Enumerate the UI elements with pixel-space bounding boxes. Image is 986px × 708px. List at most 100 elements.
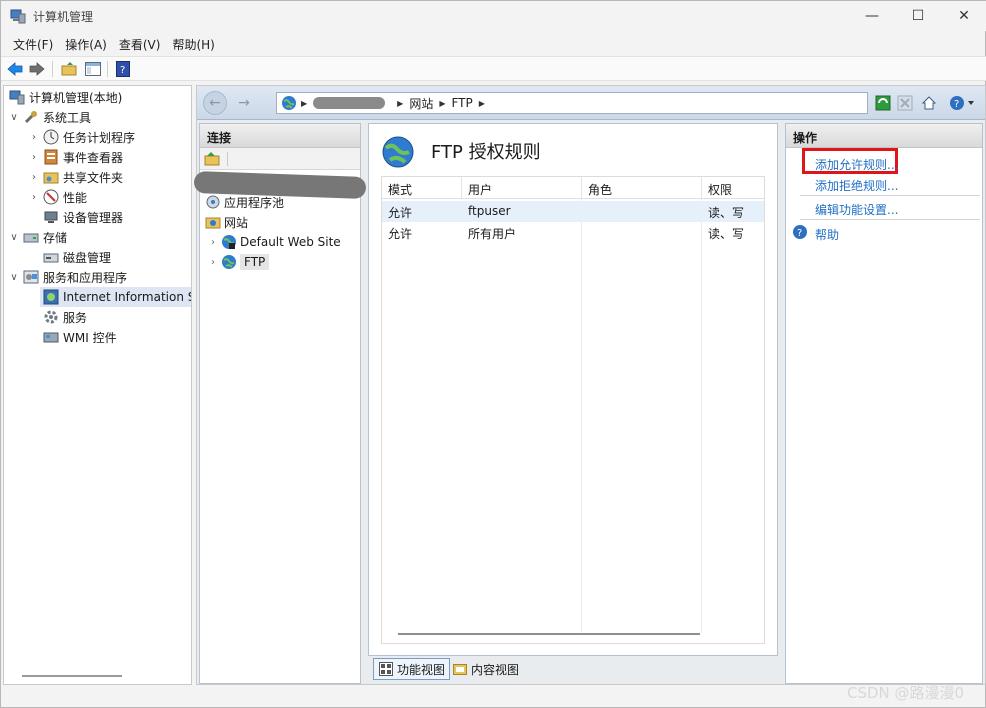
help-icon: ? — [792, 224, 808, 243]
show-hide-tree-icon[interactable] — [84, 60, 102, 78]
actions-separator — [800, 195, 980, 196]
tree-item-system-tools[interactable]: ∨ 系统工具 — [8, 107, 91, 127]
stop-icon[interactable] — [896, 94, 914, 112]
forward-icon[interactable]: → — [232, 91, 256, 115]
toolbar-separator — [107, 61, 108, 77]
iis-icon — [43, 289, 59, 305]
sites-folder-icon — [205, 214, 221, 230]
tree-item-wmi[interactable]: WMI 控件 — [40, 327, 117, 347]
chevron-down-icon[interactable]: ∨ — [8, 232, 20, 243]
rules-table: 模式 用户 角色 权限 允许 ftpuser 读、写 允许 所有用户 读、写 — [381, 176, 765, 644]
breadcrumb-ftp[interactable]: FTP — [451, 96, 472, 110]
cell-user: ftpuser — [468, 204, 511, 218]
help-link[interactable]: 帮助 — [815, 226, 839, 243]
features-view-icon — [378, 661, 394, 677]
app-pool-icon — [205, 194, 221, 210]
tree-item-task-scheduler[interactable]: › 任务计划程序 — [28, 127, 135, 147]
table-row[interactable]: 允许 所有用户 读、写 — [382, 222, 764, 243]
tree-label: 事件查看器 — [63, 150, 124, 165]
breadcrumb-sites[interactable]: 网站 — [409, 95, 433, 112]
chevron-right-icon[interactable]: › — [28, 152, 40, 163]
tree-item-services[interactable]: 服务 — [40, 307, 87, 327]
connection-label: 应用程序池 — [224, 195, 285, 210]
connection-ftp[interactable]: › FTP — [208, 252, 270, 272]
up-folder-icon[interactable] — [60, 60, 78, 78]
tree-item-storage[interactable]: ∨ 存储 — [8, 227, 67, 247]
performance-icon — [43, 189, 59, 205]
horizontal-scrollbar[interactable] — [22, 675, 122, 677]
menu-help[interactable]: 帮助(H) — [166, 36, 220, 53]
tab-label: 功能视图 — [397, 662, 446, 677]
event-viewer-icon — [43, 149, 59, 165]
iis-manager-panel: ← → ▶ ▶ 网站 ▶ FTP ▶ ? 连接 应用程序池 网站 › Defau… — [193, 85, 986, 685]
refresh-icon[interactable] — [874, 94, 892, 112]
redacted-server-name — [313, 97, 386, 109]
feature-pane: FTP 授权规则 模式 用户 角色 权限 允许 ftpuser 读、写 允许 所… — [368, 123, 778, 656]
computer-management-icon — [10, 8, 26, 24]
tree-label: 共享文件夹 — [63, 170, 124, 185]
chevron-right-icon[interactable]: › — [208, 257, 218, 268]
tree-item-performance[interactable]: › 性能 — [28, 187, 87, 207]
ftp-globe-icon — [381, 135, 415, 172]
tree-item-root[interactable]: 计算机管理(本地) — [6, 87, 122, 107]
device-manager-icon — [43, 209, 59, 225]
tree-item-iis[interactable]: Internet Information S — [40, 287, 191, 307]
add-allow-rule-link[interactable]: 添加允许规则... — [815, 156, 898, 173]
tree-item-event-viewer[interactable]: › 事件查看器 — [28, 147, 123, 167]
tree-item-device-manager[interactable]: 设备管理器 — [40, 207, 123, 227]
cell-mode: 允许 — [388, 206, 413, 220]
menu-view[interactable]: 查看(V) — [113, 36, 167, 53]
connection-app-pools[interactable]: 应用程序池 — [202, 192, 284, 212]
chevron-right-icon[interactable]: › — [28, 172, 40, 183]
back-icon[interactable]: ← — [203, 91, 227, 115]
menu-file[interactable]: 文件(F) — [7, 36, 59, 53]
cell-permission: 读、写 — [708, 227, 745, 241]
connection-default-site[interactable]: › Default Web Site — [208, 232, 341, 252]
help-book-icon[interactable]: ? — [114, 60, 132, 78]
edit-feature-settings-link[interactable]: 编辑功能设置... — [815, 201, 898, 218]
tree-item-services-apps[interactable]: ∨ 服务和应用程序 — [8, 267, 127, 287]
close-button[interactable]: ✕ — [941, 1, 986, 31]
watermark: CSDN @路漫漫0 — [847, 684, 965, 702]
tab-content-view[interactable]: 内容视图 — [448, 658, 523, 680]
actions-separator — [800, 219, 980, 220]
chevron-right-icon[interactable]: › — [28, 132, 40, 143]
tree-item-shared-folders[interactable]: › 共享文件夹 — [28, 167, 123, 187]
column-header-user[interactable]: 用户 — [468, 181, 492, 198]
chevron-down-icon[interactable]: ∨ — [8, 112, 20, 123]
tab-features-view[interactable]: 功能视图 — [373, 658, 451, 680]
tools-icon — [23, 109, 39, 125]
home-icon[interactable] — [920, 94, 938, 112]
column-header-mode[interactable]: 模式 — [388, 181, 412, 198]
site-globe-icon — [221, 254, 237, 270]
back-icon[interactable] — [6, 60, 24, 78]
tree-label: WMI 控件 — [63, 330, 117, 345]
menu-action[interactable]: 操作(A) — [59, 36, 113, 53]
shared-folder-icon — [43, 169, 59, 185]
chevron-down-icon[interactable]: ∨ — [8, 272, 20, 283]
breadcrumb-arrow-icon: ▶ — [301, 98, 308, 108]
connection-sites[interactable]: 网站 — [202, 212, 248, 232]
address-path[interactable]: ▶ ▶ 网站 ▶ FTP ▶ — [276, 92, 868, 114]
connect-icon[interactable] — [204, 151, 220, 170]
horizontal-scrollbar[interactable] — [398, 633, 700, 635]
view-tabs: 功能视图 内容视图 — [368, 658, 778, 682]
tree-item-disk-management[interactable]: 磁盘管理 — [40, 247, 111, 267]
column-header-permission[interactable]: 权限 — [708, 181, 732, 198]
add-deny-rule-link[interactable]: 添加拒绝规则... — [815, 177, 898, 194]
column-header-role[interactable]: 角色 — [588, 181, 612, 198]
storage-icon — [23, 229, 39, 245]
maximize-button[interactable]: ☐ — [895, 1, 941, 31]
table-row[interactable]: 允许 ftpuser 读、写 — [382, 201, 764, 222]
computer-management-icon — [9, 89, 25, 105]
connection-label: FTP — [240, 254, 270, 270]
toolbar-separator — [52, 61, 53, 77]
actions-pane: 操作 添加允许规则... 添加拒绝规则... 编辑功能设置... ? 帮助 — [785, 123, 983, 684]
minimize-button[interactable]: — — [849, 1, 895, 31]
address-bar: ← → ▶ ▶ 网站 ▶ FTP ▶ ? — [197, 86, 985, 120]
help-dropdown-icon[interactable]: ? — [948, 94, 978, 112]
gear-icon — [43, 309, 59, 325]
chevron-right-icon[interactable]: › — [208, 237, 218, 248]
forward-icon[interactable] — [28, 60, 46, 78]
chevron-right-icon[interactable]: › — [28, 192, 40, 203]
